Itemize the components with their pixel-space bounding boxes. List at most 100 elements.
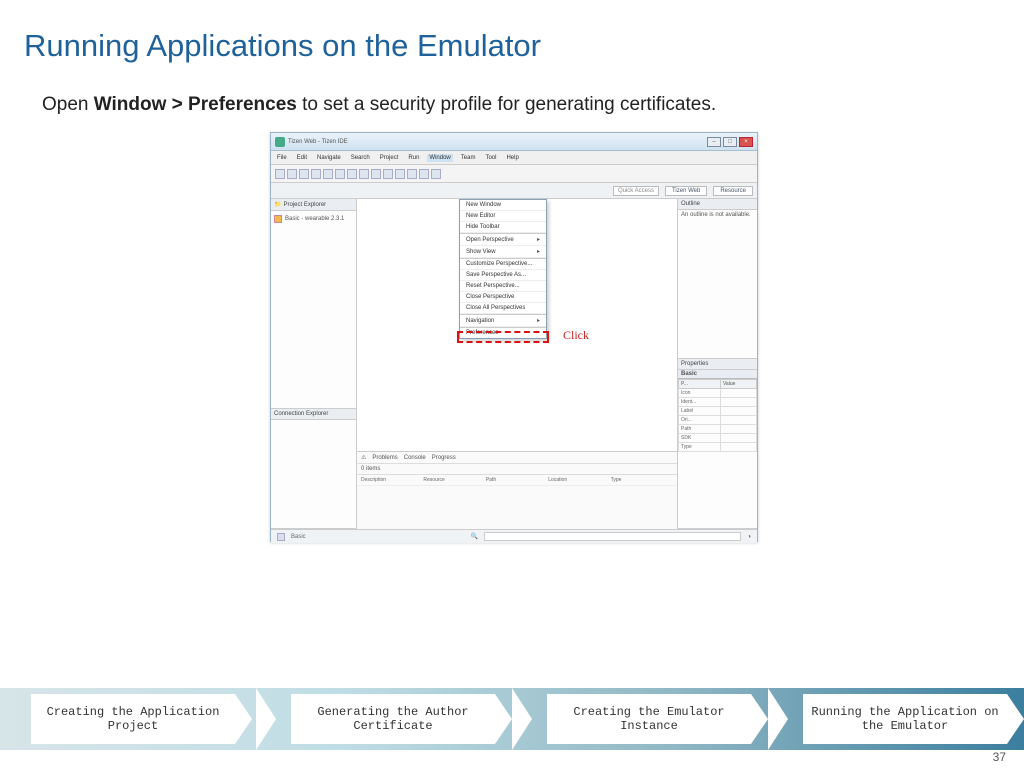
menu-search[interactable]: Search <box>349 154 372 162</box>
prop-row-label: Path <box>679 425 721 434</box>
submenu-arrow-icon: ▸ <box>537 317 540 324</box>
step-1-label: Creating the Application Project <box>31 694 235 744</box>
col-description: Description <box>361 477 423 483</box>
bottom-panel: ⚠ Problems Console Progress 0 items Desc… <box>357 451 677 529</box>
menu-edit[interactable]: Edit <box>295 154 309 162</box>
menu-new-window[interactable]: New Window <box>460 200 546 211</box>
properties-pane: Properties Basic P...Value Icon Ident...… <box>678 359 757 529</box>
folder-icon: 📁 <box>274 201 281 208</box>
menu-reset-perspective[interactable]: Reset Perspective... <box>460 281 546 292</box>
menu-open-perspective[interactable]: Open Perspective▸ <box>460 234 546 246</box>
tizen-icon <box>275 137 285 147</box>
mi-label: New Editor <box>466 213 495 219</box>
perspective-resource[interactable]: Resource <box>713 186 753 196</box>
menu-hide-toolbar[interactable]: Hide Toolbar <box>460 222 546 233</box>
outline-label: Outline <box>681 201 700 207</box>
maximize-button[interactable]: □ <box>723 137 737 147</box>
project-explorer-label: Project Explorer <box>283 202 326 208</box>
annotation-click-label: Click <box>563 328 589 343</box>
outline-tab[interactable]: Outline <box>678 199 757 210</box>
toolbar-icon[interactable] <box>299 169 309 179</box>
step-text: Creating the Emulator Instance <box>547 705 751 733</box>
step-text: Running the Application on the Emulator <box>803 705 1007 733</box>
menu-show-view[interactable]: Show View▸ <box>460 246 546 258</box>
tab-console[interactable]: Console <box>404 455 426 461</box>
toolbar <box>271 165 757 183</box>
menu-save-perspective[interactable]: Save Perspective As... <box>460 270 546 281</box>
close-button[interactable]: × <box>739 137 753 147</box>
warning-icon: ⚠ <box>361 454 366 461</box>
zero-items-row: 0 items <box>357 464 677 475</box>
menu-navigation[interactable]: Navigation▸ <box>460 315 546 327</box>
workflow-steps: Creating the Application Project Generat… <box>0 688 1024 750</box>
connection-explorer-pane: Connection Explorer <box>271 409 356 529</box>
toolbar-icon[interactable] <box>275 169 285 179</box>
toolbar-icon[interactable] <box>287 169 297 179</box>
window-titlebar: Tizen Web - Tizen IDE – □ × <box>271 133 757 151</box>
col-type: Type <box>611 477 673 483</box>
menu-navigate[interactable]: Navigate <box>315 154 343 162</box>
connection-explorer-body <box>271 420 356 424</box>
toolbar-icon[interactable] <box>431 169 441 179</box>
mi-label: Save Perspective As... <box>466 272 526 278</box>
toolbar-icon[interactable] <box>323 169 333 179</box>
properties-tab[interactable]: Properties <box>678 359 757 370</box>
menu-bar: File Edit Navigate Search Project Run Wi… <box>271 151 757 165</box>
command-search-box[interactable] <box>484 532 741 541</box>
problems-columns: Description Resource Path Location Type <box>357 475 677 486</box>
toolbar-icon[interactable] <box>347 169 357 179</box>
step-4-label: Running the Application on the Emulator <box>803 694 1007 744</box>
prop-row-label: SDK <box>679 434 721 443</box>
menu-file[interactable]: File <box>275 154 289 162</box>
menu-close-all-perspectives[interactable]: Close All Perspectives <box>460 303 546 314</box>
minimize-button[interactable]: – <box>707 137 721 147</box>
quick-access-field[interactable]: Quick Access <box>613 186 659 196</box>
project-explorer-tab[interactable]: 📁 Project Explorer <box>271 199 356 211</box>
toolbar-icon[interactable] <box>407 169 417 179</box>
project-item[interactable]: Basic - wearable 2.3.1 <box>274 215 353 223</box>
page-number: 37 <box>993 750 1006 764</box>
search-icon: 🔍 <box>471 533 478 540</box>
bottom-tabs-row: ⚠ Problems Console Progress <box>357 452 677 464</box>
outline-pane: Outline An outline is not available. <box>678 199 757 359</box>
mi-label: Close Perspective <box>466 294 514 300</box>
menu-new-editor[interactable]: New Editor <box>460 211 546 222</box>
toolbar-icon[interactable] <box>335 169 345 179</box>
menu-preferences[interactable]: Preferences <box>460 328 546 338</box>
toolbar-icon[interactable] <box>419 169 429 179</box>
menu-project[interactable]: Project <box>378 154 401 162</box>
tab-progress[interactable]: Progress <box>432 455 456 461</box>
prop-row-label: Ori... <box>679 416 721 425</box>
project-explorer-body: Basic - wearable 2.3.1 <box>271 211 356 225</box>
menu-customize-perspective[interactable]: Customize Perspective... <box>460 259 546 270</box>
tab-problems[interactable]: Problems <box>372 455 397 461</box>
project-item-label: Basic - wearable 2.3.1 <box>285 216 344 222</box>
page-title: Running Applications on the Emulator <box>24 28 1004 64</box>
menu-tool[interactable]: Tool <box>483 154 498 162</box>
toolbar-icon[interactable] <box>395 169 405 179</box>
step-text: Generating the Author Certificate <box>291 705 495 733</box>
properties-section-basic: Basic <box>678 370 757 379</box>
step-3-label: Creating the Emulator Instance <box>547 694 751 744</box>
perspective-tizen-web[interactable]: Tizen Web <box>665 186 707 196</box>
zero-items-text: 0 items <box>361 466 380 472</box>
menu-team[interactable]: Team <box>459 154 478 162</box>
mi-label: Customize Perspective... <box>466 261 532 267</box>
window-title-left: Tizen Web - Tizen IDE <box>275 137 348 147</box>
step-4: Running the Application on the Emulator <box>768 688 1024 750</box>
mi-label: Close All Perspectives <box>466 305 525 311</box>
toolbar-icon[interactable] <box>383 169 393 179</box>
menu-run[interactable]: Run <box>406 154 421 162</box>
toolbar-icon[interactable] <box>359 169 369 179</box>
toolbar-icon[interactable] <box>311 169 321 179</box>
status-right-icon: ◑ <box>747 534 751 540</box>
submenu-arrow-icon: ▸ <box>537 248 540 255</box>
toolbar-icon[interactable] <box>371 169 381 179</box>
menu-window[interactable]: Window <box>427 154 452 162</box>
menu-help[interactable]: Help <box>504 154 520 162</box>
menu-close-perspective[interactable]: Close Perspective <box>460 292 546 303</box>
perspective-row: Quick Access Tizen Web Resource <box>271 183 757 199</box>
status-bar: Basic 🔍 ◑ <box>271 529 757 543</box>
editor-area: New Window New Editor Hide Toolbar Open … <box>357 199 677 529</box>
connection-explorer-tab[interactable]: Connection Explorer <box>271 409 356 420</box>
